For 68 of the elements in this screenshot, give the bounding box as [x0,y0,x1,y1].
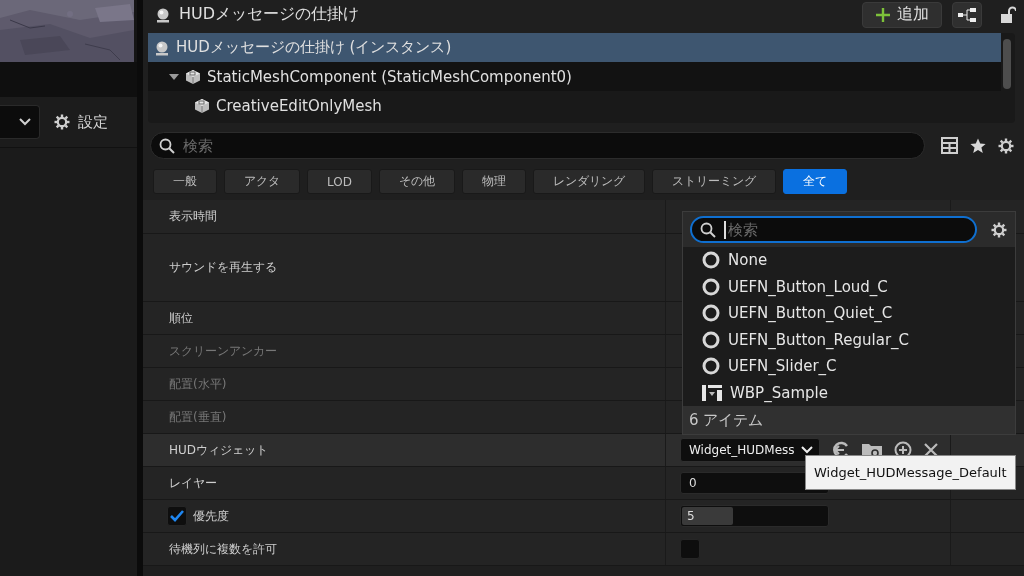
property-label: 配置(水平) [169,375,227,393]
gear-icon [998,137,1014,154]
ring-icon [702,277,720,296]
dropdown[interactable] [0,105,40,139]
hierarchy-button[interactable] [952,1,982,28]
filter-tab[interactable]: LOD [307,169,372,194]
lock-icon [1000,5,1016,24]
add-button[interactable]: 追加 [862,1,942,28]
property-label: HUDウィジェット [169,441,269,459]
cube-icon [194,97,210,114]
item-count: 6 アイテム [683,406,1015,434]
clear-button[interactable] [924,443,938,457]
ring-icon [702,304,720,323]
picker-item[interactable]: None [683,247,1015,274]
chevron-icon [800,446,813,454]
checkbox[interactable] [167,506,187,526]
actor-icon [154,39,170,56]
picker-item[interactable]: UEFN_Button_Quiet_C [683,300,1015,327]
ring-icon [702,357,720,376]
gear-icon [991,221,1007,238]
property-label: 待機列に複数を許可 [169,540,277,558]
slider-value: 5 [687,509,695,523]
tree-row[interactable]: HUDメッセージの仕掛け (インスタンス) [148,33,1001,62]
scrollbar[interactable] [1003,39,1011,89]
search-input[interactable]: 検索 [724,220,975,239]
actor-icon [155,6,171,23]
property-label: 配置(垂直) [169,408,227,426]
widget-icon [702,383,722,402]
chevron-icon [19,118,31,126]
picker-item[interactable]: WBP_Sample [683,379,1015,406]
filter-tab[interactable]: ストリーミング [651,169,776,194]
property-label: 順位 [169,309,193,327]
property-label: レイヤー [169,474,217,492]
search-input[interactable]: 検索 [183,136,924,155]
picker-item[interactable]: UEFN_Button_Regular_C [683,326,1015,353]
filter-tab[interactable]: 全て [782,169,847,194]
cube-icon [185,68,201,85]
checkbox[interactable] [680,539,700,559]
asset-dropdown[interactable]: Widget_HUDMess [680,438,820,462]
search-box[interactable]: 検索 [690,216,977,243]
picker-item[interactable]: UEFN_Button_Loud_C [683,273,1015,300]
value-slider[interactable]: 5 [680,505,829,527]
property-label: スクリーンアンカー [169,342,277,360]
filter-tab[interactable]: 物理 [461,169,526,194]
property-label: 表示時間 [169,208,217,225]
filter-tab[interactable]: 一般 [153,169,217,194]
filter-tab[interactable]: レンダリング [532,169,645,194]
tree-row[interactable]: CreativeEditOnlyMesh [148,91,1001,120]
close-icon [924,443,938,457]
filter-tab[interactable]: その他 [378,169,455,194]
ring-icon [702,251,720,270]
filter-tab[interactable]: アクタ [224,169,300,194]
star-icon [970,137,986,154]
search-icon [700,221,716,238]
tooltip: Widget_HUDMessage_Default [805,455,1016,490]
tree-row[interactable]: StaticMeshComponent (StaticMeshComponent0) [148,62,1001,91]
picker-item[interactable]: UEFN_Slider_C [683,353,1015,380]
property-label: 優先度 [193,507,229,525]
panel-title: HUDメッセージの仕掛け [179,4,361,25]
hierarchy-icon [958,7,976,22]
table-icon [941,137,958,154]
search-box[interactable]: 検索 [150,132,925,159]
plus-icon [875,6,891,23]
gear-icon [54,114,70,130]
property-label: サウンドを再生する [169,259,277,276]
check-icon [170,510,184,522]
ring-icon [702,330,720,349]
search-icon [159,137,175,154]
